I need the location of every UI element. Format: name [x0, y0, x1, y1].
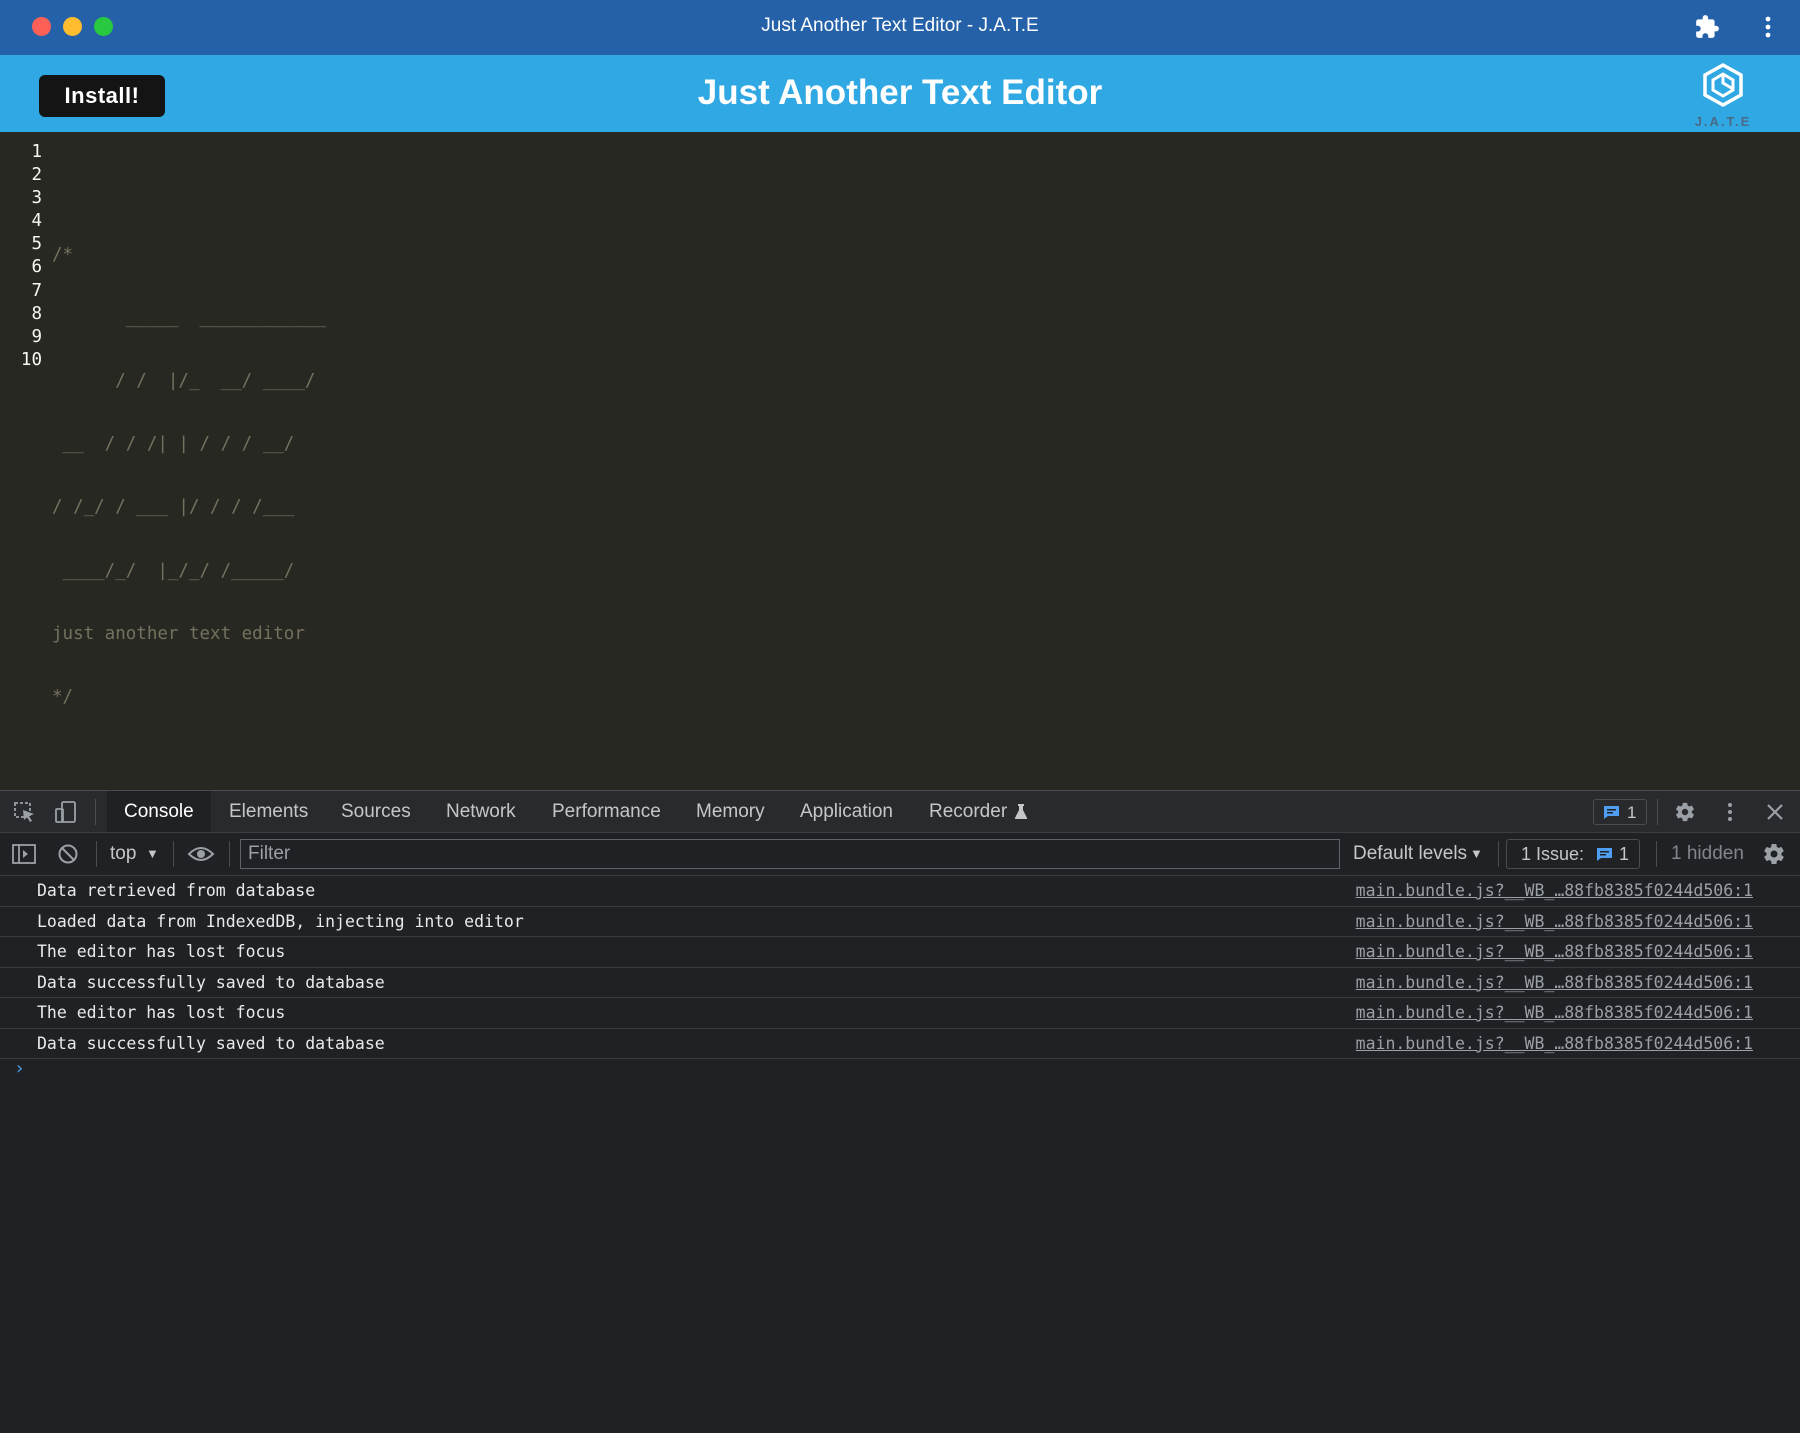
console-source-link[interactable]: main.bundle.js?__WB_…88fb8385f0244d506:1: [1356, 1029, 1753, 1058]
console-message-text: Loaded data from IndexedDB, injecting in…: [37, 911, 524, 931]
line-number: 10: [20, 349, 42, 370]
code-line[interactable]: ____/_/ |_/_/ /_____/: [52, 560, 326, 583]
code-line[interactable]: just another text editor: [52, 623, 326, 646]
separator: [229, 841, 230, 867]
line-number: 9: [31, 326, 42, 347]
console-message: Data successfully saved to database main…: [0, 1029, 1800, 1059]
tab-recorder[interactable]: Recorder: [929, 791, 1007, 832]
code-line[interactable]: / / |/_ __/ ____/: [52, 370, 326, 393]
messages-count: 1: [1627, 803, 1637, 822]
console-message: Data successfully saved to database main…: [0, 968, 1800, 998]
context-selector[interactable]: top: [110, 843, 136, 865]
inspect-element-icon[interactable]: [13, 801, 37, 823]
code-line[interactable]: [52, 749, 326, 772]
issues-count: 1: [1619, 844, 1630, 864]
line-number: 5: [31, 234, 42, 255]
console-message: The editor has lost focus main.bundle.js…: [0, 937, 1800, 968]
line-number: 8: [31, 303, 42, 324]
console-message: Loaded data from IndexedDB, injecting in…: [0, 907, 1800, 937]
console-messages: Data retrieved from database main.bundle…: [0, 876, 1800, 1059]
code-editor[interactable]: 1 2 3 4 5 6 7 8 9 10 /* _____ __________…: [0, 132, 1800, 790]
browser-menu-icon[interactable]: [1758, 14, 1778, 40]
console-message: Data retrieved from database main.bundle…: [0, 876, 1800, 907]
settings-gear-icon[interactable]: [1673, 801, 1697, 823]
line-number: 6: [31, 257, 42, 278]
devtools-panel: Console Elements Sources Network Perform…: [0, 790, 1800, 1433]
tab-elements[interactable]: Elements: [229, 791, 308, 832]
jate-logo: J.A.T.E: [1688, 61, 1758, 129]
logo-text: J.A.T.E: [1694, 114, 1752, 129]
jate-logo-icon: [1703, 62, 1743, 108]
messages-badge[interactable]: 1: [1593, 799, 1647, 825]
console-source-link[interactable]: main.bundle.js?__WB_…88fb8385f0244d506:1: [1356, 968, 1753, 997]
devtools-tab-bar: Console Elements Sources Network Perform…: [0, 791, 1800, 833]
console-message: The editor has lost focus main.bundle.js…: [0, 998, 1800, 1029]
tab-performance[interactable]: Performance: [552, 791, 661, 832]
console-settings-gear-icon[interactable]: [1762, 842, 1786, 866]
console-message-text: The editor has lost focus: [37, 942, 286, 961]
clear-console-icon[interactable]: [57, 843, 79, 865]
code-line[interactable]: /*: [52, 244, 326, 267]
device-toolbar-icon[interactable]: [54, 801, 78, 823]
extensions-puzzle-icon[interactable]: [1694, 14, 1720, 40]
console-source-link[interactable]: main.bundle.js?__WB_…88fb8385f0244d506:1: [1356, 907, 1753, 936]
window-titlebar: Just Another Text Editor - J.A.T.E: [0, 0, 1800, 55]
separator: [1498, 841, 1499, 867]
line-number: 3: [31, 188, 42, 209]
line-number-gutter: 1 2 3 4 5 6 7 8 9 10: [0, 141, 42, 372]
separator: [173, 841, 174, 867]
tab-console[interactable]: Console: [107, 791, 211, 832]
code-line[interactable]: _____ ____________: [52, 307, 326, 330]
line-number: 7: [31, 280, 42, 301]
separator: [96, 841, 97, 867]
console-message-text: Data retrieved from database: [37, 881, 316, 900]
chevron-down-icon[interactable]: ▼: [146, 846, 159, 861]
window-title: Just Another Text Editor - J.A.T.E: [761, 15, 1039, 36]
console-source-link[interactable]: main.bundle.js?__WB_…88fb8385f0244d506:1: [1356, 998, 1753, 1027]
console-source-link[interactable]: main.bundle.js?__WB_…88fb8385f0244d506:1: [1356, 937, 1753, 966]
code-line[interactable]: __ / / /| | / / / __/: [52, 433, 326, 456]
show-sidebar-icon[interactable]: [12, 843, 36, 865]
line-number: 1: [31, 142, 42, 162]
separator: [95, 799, 96, 825]
console-message-text: Data successfully saved to database: [37, 1033, 385, 1053]
console-toolbar: top ▼ Filter Default levels ▼ 1 Issue: 1…: [0, 833, 1800, 876]
separator: [1657, 799, 1658, 825]
issue-message-icon: [1597, 848, 1612, 861]
tab-application[interactable]: Application: [800, 791, 893, 832]
console-filter-input[interactable]: Filter: [240, 839, 1340, 869]
tab-memory[interactable]: Memory: [696, 791, 765, 832]
code-line[interactable]: */: [52, 686, 326, 709]
tab-sources[interactable]: Sources: [341, 791, 411, 832]
code-line[interactable]: [52, 181, 326, 204]
app-header: Install! Just Another Text Editor J.A.T.…: [0, 55, 1800, 132]
app-title: Just Another Text Editor: [697, 73, 1103, 112]
console-source-link[interactable]: main.bundle.js?__WB_…88fb8385f0244d506:1: [1356, 876, 1753, 905]
hidden-count: 1 hidden: [1671, 843, 1744, 864]
line-number: 4: [31, 211, 42, 232]
chevron-down-icon[interactable]: ▼: [1470, 846, 1483, 861]
separator: [1656, 841, 1657, 867]
line-number: 2: [31, 165, 42, 186]
console-message-text: Data successfully saved to database: [37, 972, 385, 992]
more-options-icon[interactable]: [1718, 801, 1742, 823]
code-content[interactable]: /* _____ ____________ / / |/_ __/ ____/ …: [52, 141, 326, 812]
issues-button[interactable]: 1 Issue: 1: [1506, 839, 1640, 869]
log-levels-dropdown[interactable]: Default levels: [1353, 843, 1467, 865]
tab-network[interactable]: Network: [446, 791, 516, 832]
live-expression-eye-icon[interactable]: [187, 844, 215, 864]
message-icon: [1604, 806, 1619, 819]
console-message-text: The editor has lost focus: [37, 1003, 286, 1022]
close-devtools-icon[interactable]: [1763, 801, 1787, 823]
console-prompt-chevron-icon[interactable]: ›: [14, 1058, 25, 1079]
experiment-flask-icon: [1014, 804, 1028, 819]
code-line[interactable]: / /_/ / ___ |/ / / /___: [52, 496, 326, 519]
issues-label: 1 Issue:: [1521, 844, 1585, 864]
